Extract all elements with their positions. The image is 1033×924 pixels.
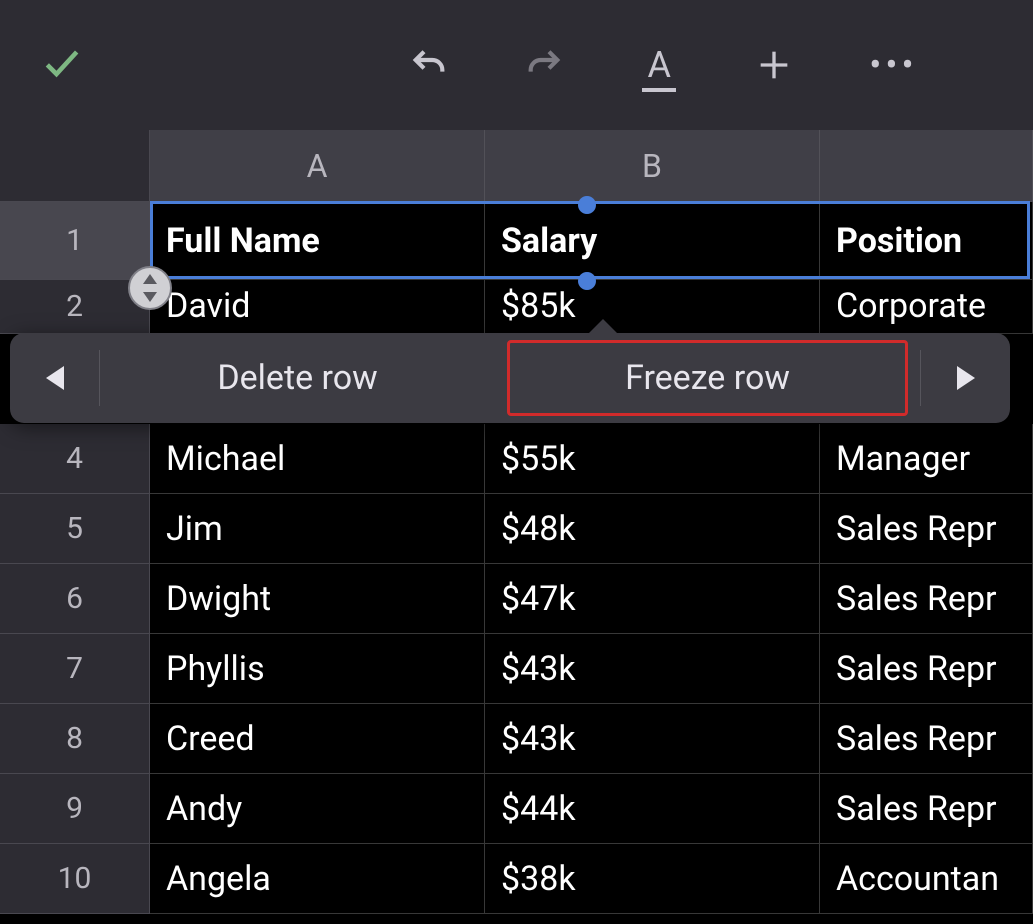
cell-b8[interactable]: $43k [485, 704, 820, 774]
cell-b7[interactable]: $43k [485, 634, 820, 704]
row-header-4[interactable]: 4 [0, 424, 150, 494]
row-header-5[interactable]: 5 [0, 494, 150, 564]
cell-c8[interactable]: Sales Repr [820, 704, 1033, 774]
row-header-7[interactable]: 7 [0, 634, 150, 704]
row-header-10[interactable]: 10 [0, 844, 150, 914]
more-icon[interactable]: ••• [869, 45, 917, 85]
row-resize-handle[interactable] [128, 266, 172, 310]
cell-a7[interactable]: Phyllis [150, 634, 485, 704]
cell-a1[interactable]: Full Name [150, 202, 485, 280]
cell-c9[interactable]: Sales Repr [820, 774, 1033, 844]
redo-icon[interactable] [524, 45, 564, 85]
table-row: 4 Michael $55k Manager [0, 424, 1033, 494]
cell-b1[interactable]: Salary [485, 202, 820, 280]
table-row: 5 Jim $48k Sales Repr [0, 494, 1033, 564]
table-row: 7 Phyllis $43k Sales Repr [0, 634, 1033, 704]
row-header-9[interactable]: 9 [0, 774, 150, 844]
cell-b6[interactable]: $47k [485, 564, 820, 634]
column-header-c[interactable] [820, 130, 1033, 202]
cell-a9[interactable]: Andy [150, 774, 485, 844]
cell-b9[interactable]: $44k [485, 774, 820, 844]
column-header-a[interactable]: A [150, 130, 485, 202]
cell-a8[interactable]: Creed [150, 704, 485, 774]
table-row: 8 Creed $43k Sales Repr [0, 704, 1033, 774]
selection-handle-bottom[interactable] [578, 272, 596, 290]
row-header-6[interactable]: 6 [0, 564, 150, 634]
arrow-up-icon [143, 274, 157, 284]
undo-icon[interactable] [409, 45, 449, 85]
cell-b5[interactable]: $48k [485, 494, 820, 564]
corner-cell[interactable] [0, 130, 150, 202]
cell-c1[interactable]: Position [820, 202, 1033, 280]
triangle-left-icon [46, 366, 64, 390]
cell-a10[interactable]: Angela [150, 844, 485, 914]
menu-scroll-left[interactable] [10, 350, 100, 406]
context-menu: Delete row Freeze row [10, 333, 1010, 423]
cell-b10[interactable]: $38k [485, 844, 820, 914]
triangle-right-icon [957, 366, 975, 390]
spreadsheet: A B 1 Full Name Salary Position 2 David … [0, 130, 1033, 914]
menu-item-freeze-row[interactable]: Freeze row [507, 340, 908, 416]
cell-c7[interactable]: Sales Repr [820, 634, 1033, 704]
column-header-b[interactable]: B [485, 130, 820, 202]
cell-b4[interactable]: $55k [485, 424, 820, 494]
cell-a6[interactable]: Dwight [150, 564, 485, 634]
table-row: 6 Dwight $47k Sales Repr [0, 564, 1033, 634]
arrow-down-icon [143, 292, 157, 302]
cell-c6[interactable]: Sales Repr [820, 564, 1033, 634]
cell-a4[interactable]: Michael [150, 424, 485, 494]
cell-c5[interactable]: Sales Repr [820, 494, 1033, 564]
cell-c4[interactable]: Manager [820, 424, 1033, 494]
confirm-icon[interactable] [40, 41, 84, 85]
toolbar: A ••• [0, 0, 1033, 130]
menu-item-delete-row[interactable]: Delete row [100, 333, 495, 423]
table-row: 10 Angela $38k Accountan [0, 844, 1033, 914]
selection-handle-top[interactable] [578, 196, 596, 214]
row-header-1[interactable]: 1 [0, 202, 150, 280]
cell-a5[interactable]: Jim [150, 494, 485, 564]
context-menu-pointer [585, 319, 621, 337]
row-header-8[interactable]: 8 [0, 704, 150, 774]
column-headers: A B [0, 130, 1033, 202]
cell-c2[interactable]: Corporate [820, 280, 1033, 334]
cell-b2[interactable]: $85k [485, 280, 820, 334]
cell-a2[interactable]: David [150, 280, 485, 334]
menu-scroll-right[interactable] [920, 350, 1010, 406]
table-row: 9 Andy $44k Sales Repr [0, 774, 1033, 844]
text-format-icon[interactable]: A [639, 44, 679, 86]
plus-icon[interactable] [754, 45, 794, 85]
cell-c10[interactable]: Accountan [820, 844, 1033, 914]
